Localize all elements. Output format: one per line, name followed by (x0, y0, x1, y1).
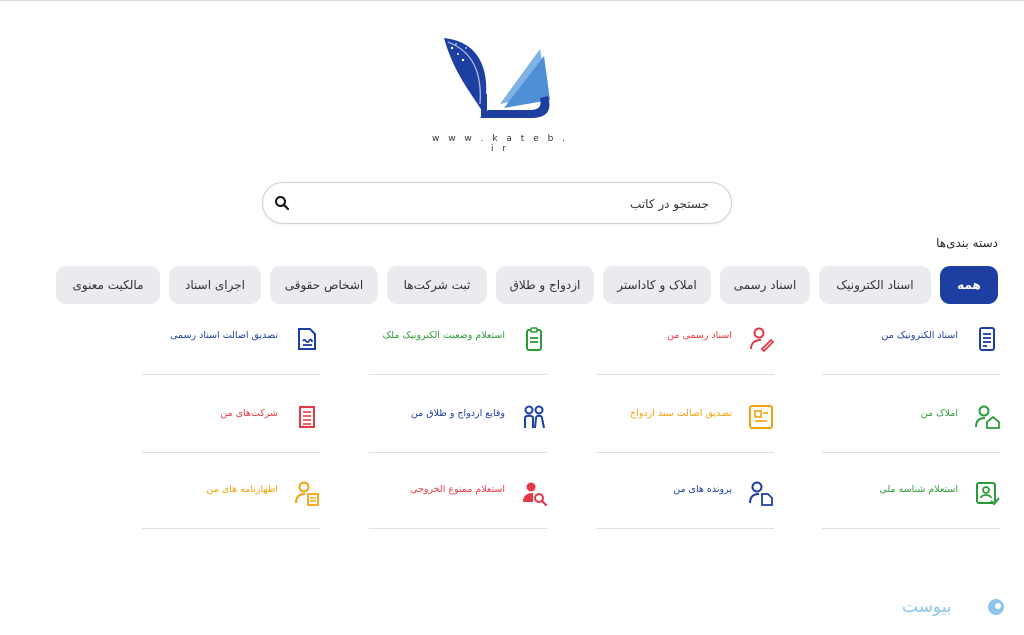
service-label: اظهارنامه های من (206, 484, 278, 495)
chip-electronic-docs[interactable]: اسناد الکترونیک (819, 266, 931, 304)
divider (369, 452, 547, 453)
chip-legal-entities[interactable]: اشخاص حقوقی (270, 266, 378, 304)
service-my-companies[interactable]: شرکت‌های من (142, 396, 320, 466)
category-chips: همه اسناد الکترونیک اسناد رسمی املاک و ک… (56, 266, 998, 306)
user-doc-icon (295, 481, 319, 506)
service-national-id-inquiry[interactable]: استعلام شناسه ملی (822, 472, 1000, 542)
service-label: اسناد رسمی من (667, 330, 732, 341)
logo-url-text: w w w . k a t e b . i r (431, 134, 569, 154)
chip-company-registration[interactable]: ثبت شرکت‌ها (387, 266, 487, 304)
service-property-status-inquiry[interactable]: استعلام وضعیت الکترونیک ملک (369, 318, 547, 388)
categories-heading: دسته بندی‌ها (936, 236, 998, 250)
service-label: شرکت‌های من (220, 408, 278, 419)
kateb-logo-icon (444, 38, 550, 118)
chip-intellectual-property[interactable]: مالکیت معنوی (56, 266, 160, 304)
service-marriage-doc-verification[interactable]: تصدیق اصالت سند ازدواج (596, 396, 774, 466)
service-my-files[interactable]: پرونده های من (596, 472, 774, 542)
chip-document-enforcement[interactable]: اجرای اسناد (169, 266, 261, 304)
service-label: استعلام وضعیت الکترونیک ملک (382, 330, 505, 341)
service-my-marriage-events[interactable]: وقایع ازدواج و طلاق من (369, 396, 547, 466)
user-file-icon (749, 481, 773, 506)
divider (142, 528, 320, 529)
service-my-official-docs[interactable]: اسناد رسمی من (596, 318, 774, 388)
divider (596, 374, 774, 375)
search-box[interactable] (262, 182, 732, 225)
clipboard-list-icon (526, 327, 542, 351)
search-input[interactable] (327, 183, 711, 225)
certificate-icon (749, 405, 773, 429)
divider (822, 374, 1000, 375)
user-home-icon (975, 405, 1000, 429)
watermark-text: بیوست (902, 597, 952, 617)
service-label: تصدیق اصالت سند ازدواج (630, 408, 732, 419)
service-label: استعلام شناسه ملی (879, 484, 958, 495)
user-search-icon (523, 482, 547, 506)
document-icon (979, 327, 995, 351)
service-my-electronic-docs[interactable]: اسناد الکترونیک من (822, 318, 1000, 388)
service-label: استعلام ممنوع الخروجی (410, 484, 505, 495)
couple-icon (524, 405, 545, 429)
service-label: وقایع ازدواج و طلاق من (410, 408, 505, 419)
top-border (0, 0, 1024, 1)
user-pen-icon (750, 327, 774, 352)
document-check-icon (298, 328, 316, 350)
service-travel-ban-inquiry[interactable]: استعلام ممنوع الخروجی (369, 472, 547, 542)
divider (596, 528, 774, 529)
divider (369, 528, 547, 529)
divider (596, 452, 774, 453)
divider (142, 452, 320, 453)
peivast-watermark: بیوست (902, 594, 1006, 620)
building-icon (299, 406, 315, 428)
divider (822, 528, 1000, 529)
peivast-logo-icon: بیوست (902, 597, 1004, 617)
chip-property-cadastre[interactable]: املاک و کاداستر (603, 266, 711, 304)
id-check-icon (976, 482, 1000, 506)
kateb-logo[interactable]: w w w . k a t e b . i r (430, 34, 570, 154)
divider (369, 374, 547, 375)
service-my-properties[interactable]: املاک من (822, 396, 1000, 466)
service-label: اسناد الکترونیک من (881, 330, 958, 341)
service-my-declarations[interactable]: اظهارنامه های من (142, 472, 320, 542)
service-label: املاک من (920, 408, 958, 419)
chip-official-docs[interactable]: اسناد رسمی (720, 266, 810, 304)
service-label: پرونده های من (673, 484, 732, 495)
service-official-doc-verification[interactable]: تصدیق اصالت اسناد رسمی (142, 318, 320, 388)
search-icon[interactable] (273, 194, 291, 212)
divider (822, 452, 1000, 453)
divider (142, 374, 320, 375)
chip-marriage-divorce[interactable]: ازدواج و طلاق (496, 266, 594, 304)
service-label: تصدیق اصالت اسناد رسمی (170, 330, 278, 341)
chip-all[interactable]: همه (940, 266, 998, 304)
